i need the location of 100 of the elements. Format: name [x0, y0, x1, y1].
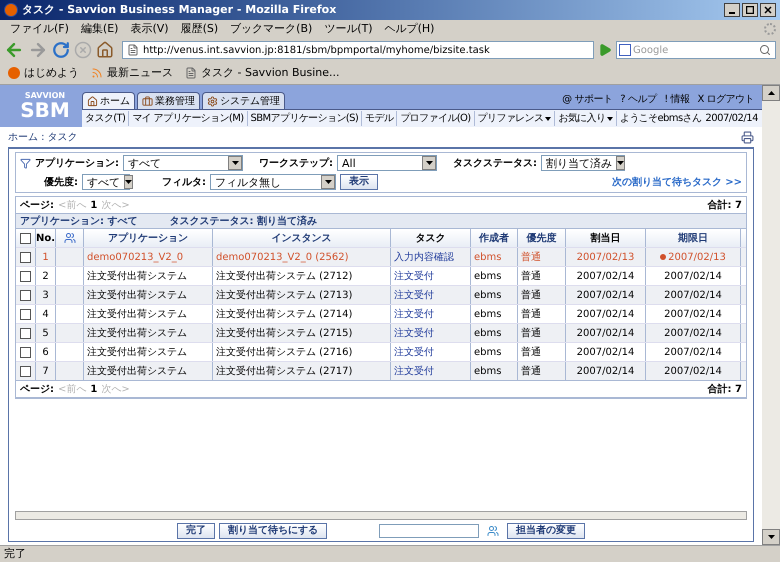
table-cell-text: 2007/02/14 [664, 364, 722, 378]
window-title: タスク - Savvion Business Manager - Mozilla Firefox [22, 2, 336, 18]
briefcase-icon [142, 96, 153, 106]
workstep-select[interactable]: All [337, 155, 437, 171]
table-cell-text: 2007/02/14 [664, 346, 722, 360]
address-field[interactable]: http://venus.int.savvion.jp:8181/sbm/bpmportal/myhome/bizsite.task [122, 41, 594, 59]
column-header[interactable]: タスク [416, 230, 446, 246]
status-select[interactable]: 割り当て済み [541, 155, 625, 171]
scroll-down-icon[interactable] [762, 529, 780, 545]
unassign-button[interactable]: 割り当て待ちにする [219, 522, 327, 538]
assignee-input[interactable] [379, 524, 479, 538]
summary-text: アプリケーション: すべて [20, 214, 138, 228]
table-cell-text: 2007/02/14 [576, 288, 634, 302]
page-number: 1 [90, 382, 98, 396]
reload-icon[interactable] [52, 41, 70, 59]
subnav-item[interactable]: プロファイル(O) [397, 111, 475, 126]
table-row[interactable]: 5 注文受付出荷システム 注文受付出荷システム (2715) 注文受付 ebms 普通 2007/02/14 2007/02/14 [16, 323, 746, 342]
bookmark-item[interactable]: タスク - Savvion Busine... [185, 64, 340, 82]
column-header[interactable]: 作成者 [479, 230, 509, 246]
search-icon[interactable] [759, 44, 771, 56]
row-checkbox[interactable] [20, 232, 31, 244]
table-cell-text: 注文受付出荷システム (2717) [216, 364, 352, 378]
header-link[interactable]: ? ヘルプ [620, 92, 656, 107]
home-icon[interactable] [96, 41, 114, 59]
column-header[interactable]: No. [36, 230, 56, 246]
column-header[interactable]: アプリケーション [108, 230, 188, 246]
row-checkbox[interactable] [20, 346, 31, 358]
nav-tab[interactable]: ホーム [82, 92, 135, 109]
nav-tab[interactable]: 業務管理 [137, 92, 200, 109]
table-cell-text: 注文受付出荷システム (2712) [216, 270, 352, 284]
row-checkbox[interactable] [20, 252, 31, 262]
row-checkbox[interactable] [20, 328, 31, 338]
application-select[interactable]: すべて [123, 155, 243, 171]
row-checkbox[interactable] [20, 366, 31, 376]
table-cell-text: 普通 [521, 250, 541, 264]
column-header[interactable]: 割当日 [590, 230, 620, 246]
table-cell-text: 入力内容確認 [394, 250, 454, 264]
close-button[interactable] [760, 3, 776, 17]
table-row[interactable]: 1 demo070213_V2_0 demo070213_V2_0 (2562) 入力内容確認 ebms 普通 2007/02/13 2007/02/13 [16, 247, 746, 266]
scroll-up-icon[interactable] [762, 85, 780, 101]
horizontal-scrollbar[interactable] [15, 511, 747, 520]
table-cell-text: 4 [42, 308, 49, 322]
table-row[interactable]: 4 注文受付出荷システム 注文受付出荷システム (2714) 注文受付 ebms 普通 2007/02/14 2007/02/14 [16, 304, 746, 323]
filter-select[interactable]: フィルタ無し [210, 174, 336, 190]
row-checkbox[interactable] [20, 290, 31, 300]
table-cell-text: 3 [42, 288, 49, 302]
assignee-icon [64, 232, 76, 244]
menu-item[interactable]: ブックマーク(B) [224, 20, 318, 38]
menu-item[interactable]: 編集(E) [74, 20, 124, 38]
reassign-button[interactable]: 担当者の変更 [507, 522, 585, 538]
menu-item[interactable]: ツール(T) [318, 20, 379, 38]
header-link[interactable]: X ログアウト [697, 92, 754, 107]
complete-button[interactable]: 完了 [177, 522, 215, 538]
minimize-button[interactable] [724, 3, 740, 17]
table-cell-text: 普通 [521, 326, 541, 340]
show-button[interactable]: 表示 [340, 174, 378, 190]
bookmark-item[interactable]: はじめよう [8, 64, 79, 82]
table-cell-text: ebms [474, 364, 502, 378]
table-row[interactable]: 3 注文受付出荷システム 注文受付出荷システム (2713) 注文受付 ebms 普通 2007/02/14 2007/02/14 [16, 285, 746, 304]
subnav-item[interactable]: お気に入り [555, 111, 618, 126]
summary-text: タスクステータス: 割り当て済み [169, 214, 317, 228]
bookmark-item[interactable]: 最新ニュース [91, 64, 173, 82]
subnav-item[interactable]: タスク(T) [82, 111, 130, 126]
pager-label: ページ: [20, 382, 54, 396]
table-cell-text: 2007/02/14 [664, 326, 722, 340]
throbber-icon [764, 23, 776, 35]
menu-item[interactable]: 履歴(S) [174, 20, 224, 38]
subnav-item[interactable]: マイ アプリケーション(M) [129, 111, 248, 126]
table-cell-text: 2007/02/14 [576, 308, 634, 322]
subnav-item[interactable]: プリファレンス [474, 111, 556, 126]
subnav-item[interactable]: モデル [362, 111, 398, 126]
next-tasks-link[interactable]: 次の割り当て待ちタスク >> [612, 174, 742, 190]
caret-icon [545, 116, 552, 120]
table-cell-text: ebms [474, 270, 502, 284]
breadcrumb: ホーム : タスク [8, 130, 78, 144]
maximize-icon [746, 6, 754, 14]
header-link[interactable]: @ サポート [562, 92, 612, 107]
print-icon[interactable] [741, 130, 754, 144]
search-engine-icon [619, 44, 631, 56]
table-cell-text: ebms [474, 250, 502, 264]
column-header[interactable]: 期限日 [678, 230, 708, 246]
priority-select[interactable]: すべて [82, 174, 130, 190]
header-link[interactable]: ! 情報 [664, 92, 690, 107]
table-row[interactable]: 7 注文受付出荷システム 注文受付出荷システム (2717) 注文受付 ebms 普通 2007/02/14 2007/02/14 [16, 361, 746, 380]
maximize-button[interactable] [742, 3, 758, 17]
menu-item[interactable]: ヘルプ(H) [378, 20, 440, 38]
menu-item[interactable]: 表示(V) [124, 20, 175, 38]
users-icon[interactable] [487, 524, 499, 536]
column-header[interactable]: インスタンス [272, 230, 332, 246]
vertical-scrollbar[interactable] [762, 85, 780, 545]
column-header[interactable]: 優先度 [526, 230, 556, 246]
menu-item[interactable]: ファイル(F) [4, 20, 75, 38]
table-cell-text: 普通 [521, 364, 541, 378]
table-row[interactable]: 6 注文受付出荷システム 注文受付出荷システム (2716) 注文受付 ebms 普通 2007/02/14 2007/02/14 [16, 342, 746, 361]
subnav-item[interactable]: SBMアプリケーション(S) [248, 111, 362, 126]
row-checkbox[interactable] [20, 308, 31, 320]
table-cell-text: 2007/02/14 [576, 346, 634, 360]
nav-tab[interactable]: システム管理 [202, 92, 285, 109]
row-checkbox[interactable] [20, 270, 31, 282]
table-row[interactable]: 2 注文受付出荷システム 注文受付出荷システム (2712) 注文受付 ebms 普通 2007/02/14 2007/02/14 [16, 266, 746, 285]
